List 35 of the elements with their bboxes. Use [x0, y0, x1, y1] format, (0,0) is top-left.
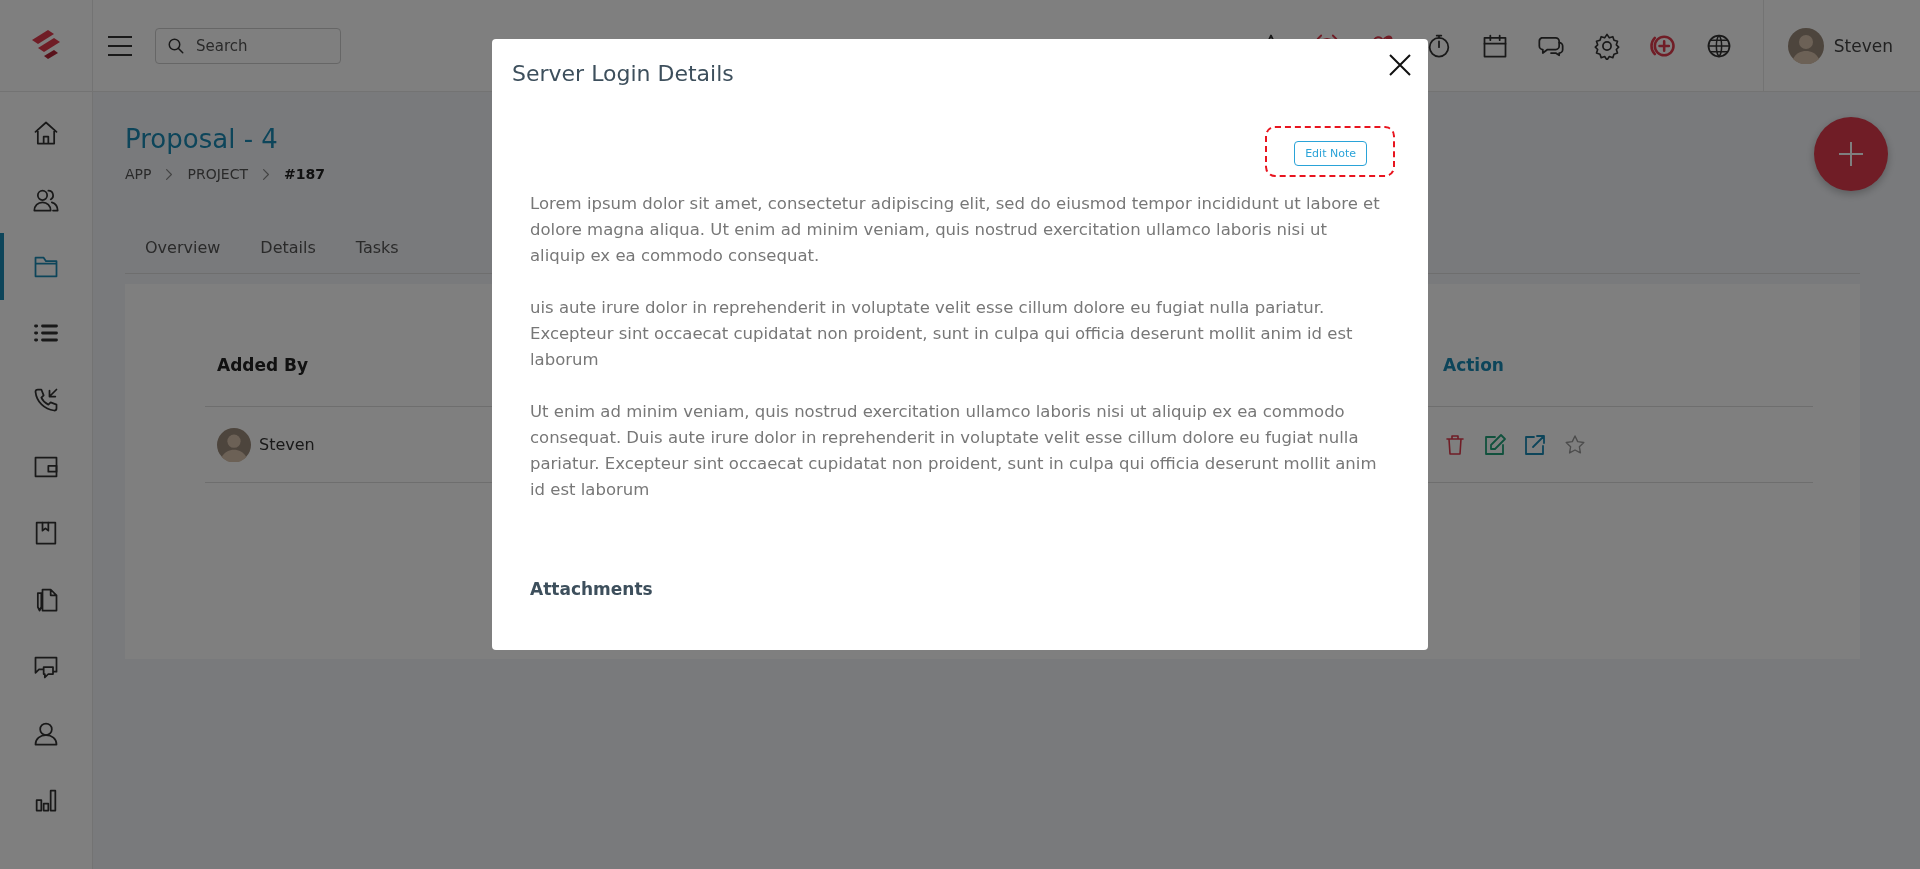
tab[interactable]: Details [240, 226, 336, 273]
chevron-icon [165, 167, 174, 181]
close-button[interactable] [1388, 53, 1412, 77]
tab[interactable]: Overview [125, 226, 241, 273]
page-title: Proposal - 4 [125, 124, 278, 154]
breadcrumb-item: #187 [283, 166, 325, 182]
star-icon[interactable] [1563, 432, 1587, 457]
breadcrumb-item[interactable]: PROJECT [187, 166, 248, 182]
external-link-icon[interactable] [1523, 432, 1547, 457]
close-icon [1388, 53, 1412, 77]
plus-icon [1836, 139, 1866, 169]
note-paragraph: uis aute irure dolor in reprehenderit in voluptate velit esse cillum dolore eu fugiat nulla pariatur. Excepteur sint occaecat cupidatat non proident, sunt in culpa qui officia deserunt mollit anim id est laborum [530, 297, 1354, 371]
column-header: Added By [217, 355, 309, 375]
breadcrumb-item[interactable]: APP [125, 166, 152, 182]
modal-title: Server Login Details [512, 61, 735, 86]
table-cell: Steven [259, 435, 315, 454]
attachments-heading: Attachments [530, 579, 654, 599]
column-header: Action [1443, 355, 1505, 375]
edit-note-button[interactable]: Edit Note [1294, 141, 1367, 166]
chevron-icon [261, 167, 270, 181]
avatar-icon [217, 427, 251, 462]
search-field[interactable]: Search [155, 27, 341, 64]
edit-icon[interactable] [1483, 432, 1507, 457]
user-name[interactable]: Steven [1833, 35, 1893, 56]
menu-button[interactable] [107, 34, 133, 57]
note-paragraph: Lorem ipsum dolor sit amet, consectetur adipiscing elit, sed do eiusmod tempor incididunt ut labore et dolore magna aliqua. Ut enim ad minim veniam, quis nostrud exercitation ullamco laboris nisi ut aliquip ex ea commodo consequat. [530, 193, 1380, 267]
note-paragraph: Ut enim ad minim veniam, quis nostrud exercitation ullamco laboris nisi ut aliquip ex ea commodo consequat. Duis aute irure dolor in reprehenderit in voluptate velit esse cillum dolore eu fugiat nulla pariatur. Excepteur sint occaecat cupidatat non proident, sunt in culpa qui officia deserunt mollit anim id est laborum [530, 401, 1378, 501]
search-icon [167, 36, 185, 55]
settings-icon [1592, 31, 1621, 60]
settings-button[interactable] [1592, 31, 1621, 60]
add-button[interactable] [1814, 117, 1888, 191]
avatar-icon [1787, 27, 1824, 64]
trash-icon[interactable] [1443, 432, 1467, 457]
tab[interactable]: Tasks [335, 226, 419, 273]
menu-icon [107, 34, 133, 57]
